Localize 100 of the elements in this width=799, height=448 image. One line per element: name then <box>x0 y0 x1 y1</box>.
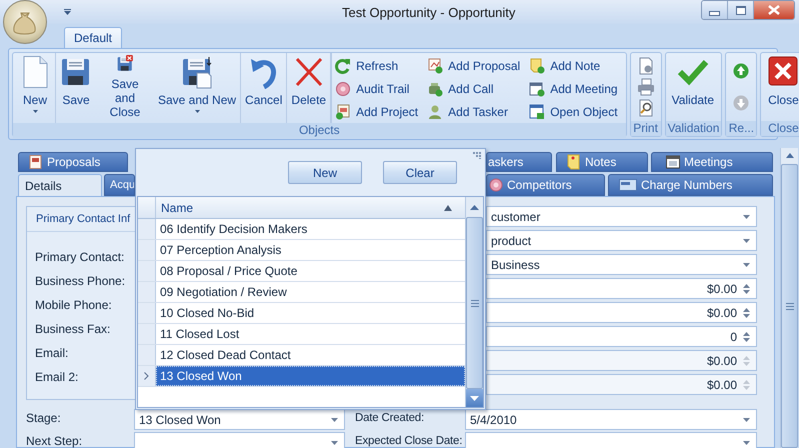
person-icon <box>427 104 444 120</box>
ribbon-button[interactable]: Add Call <box>427 78 524 100</box>
magnifier-page-icon <box>636 99 655 118</box>
floppy-disk-page-icon <box>181 55 214 89</box>
field-label: Business Fax: <box>35 322 110 336</box>
form-tab[interactable]: Acqu <box>104 174 135 196</box>
dropdown-field[interactable]: 13 Closed Won <box>134 409 345 430</box>
caret-icon <box>64 9 70 15</box>
field-label: Expected Close Date: <box>355 435 462 447</box>
group-label: Close <box>761 121 799 136</box>
stage-option[interactable]: 06 Identify Decision Makers <box>156 219 465 239</box>
ribbon-button[interactable]: Save <box>56 53 96 123</box>
scroll-bar[interactable] <box>465 197 483 407</box>
dropdown-field[interactable]: product <box>486 230 757 251</box>
stage-option[interactable]: 11 Closed Lost <box>156 324 465 344</box>
scroll-down-button[interactable] <box>466 389 483 407</box>
document-plus-icon <box>335 104 352 120</box>
maximize-button[interactable] <box>728 1 754 19</box>
ribbon-button[interactable]: Save and New <box>154 53 242 123</box>
group-label: Re... <box>726 121 756 136</box>
page-gear-icon <box>636 56 655 75</box>
field-label: Mobile Phone: <box>35 298 112 312</box>
window-title: Test Opportunity - Opportunity <box>342 4 516 20</box>
form-tab[interactable]: askers <box>486 152 552 172</box>
form-tab[interactable]: Competitors <box>486 174 605 196</box>
spin-field[interactable]: $0.00 <box>486 278 757 299</box>
stage-option[interactable]: 07 Perception Analysis <box>156 240 465 260</box>
caret-icon <box>32 110 38 112</box>
popup-button[interactable]: Clear <box>383 161 457 184</box>
form-tab[interactable]: Notes <box>556 152 648 172</box>
group-label: Validation <box>666 121 722 136</box>
calendar-icon <box>666 155 680 169</box>
document-icon <box>29 155 43 169</box>
sort-arrow-icon <box>444 204 452 210</box>
group-label: Print <box>630 121 661 136</box>
ribbon-button[interactable]: Add Note <box>529 55 621 77</box>
ribbon-button[interactable]: Add Tasker <box>427 101 524 123</box>
spin-arrows-icon <box>743 282 750 294</box>
form-tab[interactable]: Charge Numbers <box>608 174 773 196</box>
calendar-plus-icon <box>529 81 546 97</box>
field-label: Email 2: <box>35 370 78 384</box>
refresh-icon <box>335 58 352 74</box>
field-label: Stage: <box>26 412 61 424</box>
stage-option[interactable]: 08 Proposal / Price Quote <box>156 261 465 281</box>
minimize-button[interactable] <box>702 1 728 19</box>
ribbon-button[interactable]: Validate <box>668 53 718 121</box>
dropdown-arrow-icon <box>743 262 750 266</box>
dropdown-arrow-icon <box>331 418 338 422</box>
field-label: Email: <box>35 346 68 360</box>
stage-option[interactable]: 13 Closed Won <box>156 366 465 386</box>
spin-field[interactable]: 0 <box>486 326 757 347</box>
dropdown-arrow-icon <box>331 440 338 444</box>
dropdown-field[interactable]: Business <box>486 254 757 275</box>
chevron-icon <box>144 372 149 380</box>
scroll-thumb[interactable] <box>466 217 483 389</box>
icon-button[interactable] <box>731 61 752 81</box>
group-label: Objects <box>13 123 626 138</box>
dropdown-field[interactable] <box>465 432 757 448</box>
form-tab[interactable]: Details <box>18 174 102 196</box>
stage-option[interactable]: 12 Closed Dead Contact <box>156 345 465 365</box>
spin-arrows-icon <box>743 306 750 318</box>
popup-button[interactable]: New <box>288 161 362 184</box>
ribbon-button[interactable]: Add Meeting <box>529 78 621 100</box>
ribbon-button[interactable]: Save and Close <box>96 53 154 123</box>
app-menu-button[interactable] <box>3 0 47 44</box>
ribbon-button[interactable]: Add Proposal <box>427 55 524 77</box>
window-icon <box>529 104 546 120</box>
dropdown-field[interactable] <box>134 432 345 448</box>
rosette-icon <box>335 81 352 97</box>
up-arrow-icon <box>786 152 794 158</box>
spin-field[interactable]: $0.00 <box>486 302 757 323</box>
field-label: Primary Contact: <box>35 250 124 264</box>
resize-grip-icon <box>473 152 482 159</box>
stage-option[interactable]: 09 Negotiation / Review <box>156 282 465 302</box>
spin-arrows-icon <box>743 378 750 390</box>
ribbon-button[interactable]: New <box>15 53 56 123</box>
row-indicator[interactable] <box>138 366 156 386</box>
ribbon-button[interactable]: Audit Trail <box>335 78 422 100</box>
form-tab[interactable]: Proposals <box>18 152 128 172</box>
icon-button[interactable] <box>636 76 656 97</box>
stage-option[interactable]: 10 Closed No-Bid <box>156 303 465 323</box>
dropdown-arrow-icon <box>743 440 750 444</box>
down-arrow-icon <box>470 396 479 400</box>
ribbon-tab[interactable]: Default <box>64 27 122 48</box>
field-label: Business Phone: <box>35 274 126 288</box>
ribbon-button[interactable]: Open Object <box>529 101 621 123</box>
field-label: Next Step: <box>26 435 82 447</box>
ribbon-button[interactable]: Close <box>763 53 799 121</box>
dropdown-field[interactable]: customer <box>486 206 757 227</box>
form-tab[interactable]: Meetings <box>651 152 773 172</box>
sticky-note-icon <box>567 154 581 170</box>
close-button[interactable] <box>754 1 794 19</box>
dropdown-arrow-icon <box>743 238 750 242</box>
ribbon-button[interactable]: Refresh <box>335 55 422 77</box>
up-arrow-icon <box>470 204 479 210</box>
printer-icon <box>636 78 655 96</box>
sticky-note-plus-icon <box>529 58 546 74</box>
close-icon <box>768 5 780 15</box>
dropdown-field[interactable]: 5/4/2010 <box>465 409 757 430</box>
ribbon-button[interactable]: Add Project <box>335 101 422 123</box>
